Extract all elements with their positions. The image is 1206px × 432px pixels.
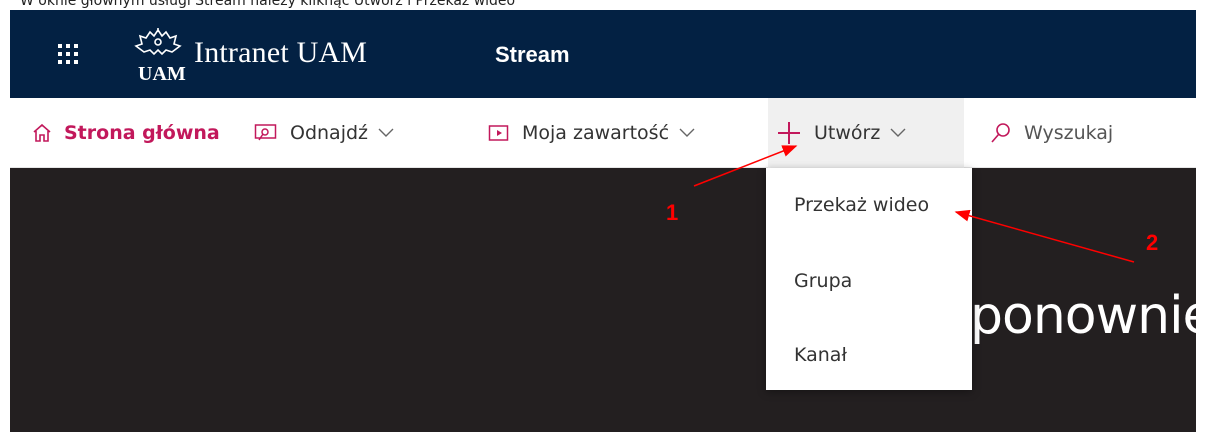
instruction-caption-text: W oknie głównym usługi Stream należy kli… [20, 0, 516, 9]
annotation-label-2: 2 [1146, 230, 1159, 255]
navigation-bar: Strona główna Odnajdź Moja zawartość Utw… [10, 98, 1196, 168]
plus-icon [776, 120, 802, 146]
top-header-bar: UAM Intranet UAM Stream [10, 10, 1196, 98]
create-dropdown-menu: Przekaż wideo Grupa Kanał [766, 168, 972, 390]
nav-home-label: Strona główna [64, 122, 220, 144]
discover-icon [254, 123, 278, 143]
hero-welcome-text: ponownie, [970, 286, 1196, 346]
nav-find-label: Odnajdź [290, 122, 369, 144]
hero-banner: ponownie, [10, 168, 1196, 432]
menu-item-upload-video[interactable]: Przekaż wideo [794, 194, 929, 216]
chevron-down-icon [378, 128, 394, 138]
nav-search-label: Wyszukaj [1024, 122, 1114, 144]
uam-logo-icon[interactable]: UAM [128, 24, 188, 88]
search-icon [990, 122, 1012, 144]
video-icon [488, 124, 510, 142]
app-launcher-icon[interactable] [54, 40, 82, 68]
annotation-label-1: 1 [666, 200, 679, 225]
menu-item-channel[interactable]: Kanał [794, 344, 847, 366]
svg-text:UAM: UAM [138, 63, 186, 85]
app-name-stream[interactable]: Stream [495, 42, 570, 68]
nav-search[interactable]: Wyszukaj [990, 98, 1113, 168]
nav-find[interactable]: Odnajdź [254, 98, 394, 168]
nav-my-content[interactable]: Moja zawartość [488, 98, 695, 168]
chevron-down-icon [890, 128, 906, 138]
menu-item-group[interactable]: Grupa [794, 270, 852, 292]
nav-my-content-label: Moja zawartość [522, 122, 670, 144]
instruction-caption: W oknie głównym usługi Stream należy kli… [0, 0, 1206, 10]
nav-home[interactable]: Strona główna [32, 98, 220, 168]
home-icon [32, 123, 52, 143]
nav-create-label: Utwórz [814, 122, 881, 144]
nav-create[interactable]: Utwórz [768, 98, 964, 168]
chevron-down-icon [679, 128, 695, 138]
brand-title[interactable]: Intranet UAM [194, 36, 367, 70]
